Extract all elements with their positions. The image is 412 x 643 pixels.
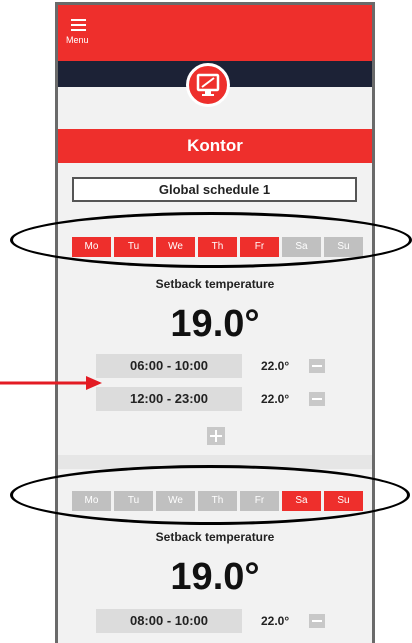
schedule-selector[interactable]: Global schedule 1: [72, 177, 357, 202]
remove-period-button[interactable]: [309, 614, 325, 628]
menu-label: Menu: [66, 35, 89, 45]
remove-period-button[interactable]: [309, 359, 325, 373]
period-time[interactable]: 08:00 - 10:00: [96, 609, 242, 633]
period-time[interactable]: 12:00 - 23:00: [96, 387, 242, 411]
period-temperature[interactable]: 22.0°: [261, 387, 289, 411]
hamburger-icon: [71, 19, 86, 31]
annotation-arrow: [0, 376, 102, 390]
menu-button[interactable]: Menu: [66, 17, 100, 53]
add-period-button[interactable]: [207, 427, 225, 445]
setback-temperature[interactable]: 19.0°: [58, 556, 372, 599]
period-temperature[interactable]: 22.0°: [261, 609, 289, 633]
setback-temperature[interactable]: 19.0°: [58, 303, 372, 346]
period-time[interactable]: 06:00 - 10:00: [96, 354, 242, 378]
remove-period-button[interactable]: [309, 392, 325, 406]
highlight-oval: [10, 212, 412, 268]
monitor-icon: [186, 63, 230, 107]
period-temperature[interactable]: 22.0°: [261, 354, 289, 378]
setback-label: Setback temperature: [155, 530, 275, 544]
room-title: Kontor: [58, 129, 372, 163]
phone-screen: Menu Kontor Global schedule 1 Mo Tu We T…: [55, 2, 375, 643]
top-bar: Menu: [58, 5, 372, 61]
setback-label: Setback temperature: [155, 277, 275, 291]
highlight-oval: [10, 465, 410, 525]
